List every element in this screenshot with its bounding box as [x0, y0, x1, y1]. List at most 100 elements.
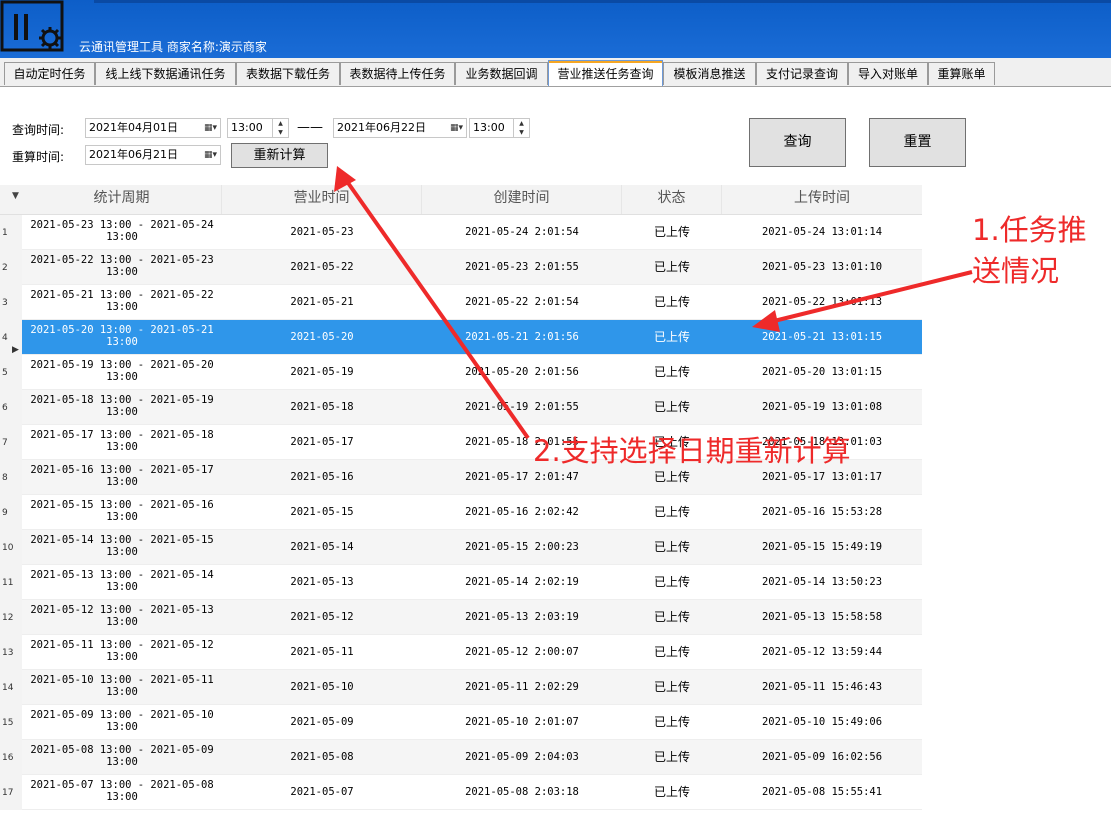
cell-period: 2021-05-08 13:00 - 2021-05-09 13:00: [22, 740, 222, 775]
row-number[interactable]: 11: [0, 565, 22, 600]
cell-status: 已上传: [653, 260, 690, 274]
spinner-arrows-icon[interactable]: ▲ ▼: [513, 119, 529, 137]
row-number[interactable]: 13: [0, 635, 22, 670]
cell-period-end-time: 13:00: [106, 301, 138, 313]
tab-template-message[interactable]: 模板消息推送: [663, 62, 756, 85]
tab-online-offline-sync[interactable]: 线上线下数据通讯任务: [95, 62, 236, 85]
tab-import-statement[interactable]: 导入对账单: [848, 62, 928, 85]
table-row[interactable]: 2 2021-05-22 13:00 - 2021-05-23 13:00 2021-…: [0, 250, 922, 285]
tab-table-pending-upload[interactable]: 表数据待上传任务: [340, 62, 455, 85]
row-number[interactable]: 1: [0, 215, 22, 250]
cell-upload-time: 2021-05-13 15:58:58: [761, 611, 883, 623]
cell-business-date: 2021-05-15: [290, 506, 354, 518]
spinner-arrows-icon[interactable]: ▲ ▼: [272, 119, 288, 137]
title-bar-rule: [94, 0, 1111, 3]
table-row[interactable]: 15 2021-05-09 13:00 - 2021-05-10 13:00 2021…: [0, 705, 922, 740]
row-number[interactable]: 15: [0, 705, 22, 740]
tab-table-download[interactable]: 表数据下载任务: [236, 62, 340, 85]
column-header-period[interactable]: 统计周期: [22, 185, 222, 214]
cell-period-end-time: 13:00: [106, 336, 138, 348]
cell-created-time: 2021-05-09 2:04:03: [465, 751, 579, 763]
calendar-dropdown-icon[interactable]: ▦▾: [195, 122, 217, 134]
cell-upload-time: 2021-05-20 13:01:15: [761, 366, 883, 378]
row-number[interactable]: 2: [0, 250, 22, 285]
table-row[interactable]: 10 2021-05-14 13:00 - 2021-05-15 13:00 2021…: [0, 530, 922, 565]
table-row[interactable]: 6 2021-05-18 13:00 - 2021-05-19 13:00 2021-…: [0, 390, 922, 425]
row-number[interactable]: 3: [0, 285, 22, 320]
table-row[interactable]: 14 2021-05-10 13:00 - 2021-05-11 13:00 2021…: [0, 670, 922, 705]
tab-business-push-query[interactable]: 营业推送任务查询: [548, 60, 663, 86]
cell-created-time: 2021-05-10 2:01:07: [465, 716, 579, 728]
tab-recalculate-bill[interactable]: 重算账单: [928, 62, 995, 85]
table-row[interactable]: 16 2021-05-08 13:00 - 2021-05-09 13:00 2021…: [0, 740, 922, 775]
row-number[interactable]: 6: [0, 390, 22, 425]
table-row[interactable]: 1 2021-05-23 13:00 - 2021-05-24 13:00 2021-…: [0, 215, 922, 250]
start-date-picker[interactable]: 2021年04月01日 ▦▾: [85, 118, 221, 138]
cell-upload-time: 2021-05-15 15:49:19: [761, 541, 883, 553]
cell-upload-time: 2021-05-10 15:49:06: [761, 716, 883, 728]
column-menu-icon[interactable]: ▼: [12, 191, 19, 201]
row-number[interactable]: 9: [0, 495, 22, 530]
end-date-picker[interactable]: 2021年06月22日 ▦▾: [333, 118, 467, 138]
cell-created-time: 2021-05-20 2:01:56: [465, 366, 579, 378]
cell-created-time: 2021-05-19 2:01:55: [465, 401, 579, 413]
table-row[interactable]: 11 2021-05-13 13:00 - 2021-05-14 13:00 2021…: [0, 565, 922, 600]
table-row[interactable]: 17 2021-05-07 13:00 - 2021-05-08 13:00 2021…: [0, 775, 922, 810]
row-number[interactable]: 14: [0, 670, 22, 705]
row-number[interactable]: 10: [0, 530, 22, 565]
cell-period-end-time: 13:00: [106, 546, 138, 558]
cell-created-time: 2021-05-12 2:00:07: [465, 646, 579, 658]
start-time-stepper[interactable]: 13:00 ▲ ▼: [227, 118, 289, 138]
column-header-status[interactable]: 状态: [622, 185, 722, 214]
row-number[interactable]: 7: [0, 425, 22, 460]
cell-status: 已上传: [653, 610, 690, 624]
cell-business-date: 2021-05-07: [290, 786, 354, 798]
title-bar: 云通讯管理工具 商家名称:演示商家: [0, 0, 1111, 58]
table-row[interactable]: 13 2021-05-11 13:00 - 2021-05-12 13:00 2021…: [0, 635, 922, 670]
column-header-created-time[interactable]: 创建时间: [422, 185, 622, 214]
row-number[interactable]: 16: [0, 740, 22, 775]
cell-period-end-time: 13:00: [106, 231, 138, 243]
calendar-dropdown-icon[interactable]: ▦▾: [195, 149, 217, 161]
cell-period: 2021-05-23 13:00 - 2021-05-24 13:00: [22, 215, 222, 250]
cell-period-end-time: 13:00: [106, 371, 138, 383]
tab-payment-records[interactable]: 支付记录查询: [756, 62, 848, 85]
calendar-dropdown-icon[interactable]: ▦▾: [441, 122, 463, 134]
recalculate-button[interactable]: 重新计算: [231, 143, 328, 168]
cell-period-end-time: 13:00: [106, 476, 138, 488]
cell-period: 2021-05-09 13:00 - 2021-05-10 13:00: [22, 705, 222, 740]
cell-business-date: 2021-05-22: [290, 261, 354, 273]
end-time-stepper[interactable]: 13:00 ▲ ▼: [469, 118, 530, 138]
table-row[interactable]: 5 2021-05-19 13:00 - 2021-05-20 13:00 2021-…: [0, 355, 922, 390]
row-number[interactable]: 12: [0, 600, 22, 635]
column-header-upload-time[interactable]: 上传时间: [722, 185, 922, 214]
table-row[interactable]: 3 2021-05-21 13:00 - 2021-05-22 13:00 2021-…: [0, 285, 922, 320]
cell-status: 已上传: [653, 715, 690, 729]
query-button[interactable]: 查询: [749, 118, 846, 167]
column-header-business-time[interactable]: 营业时间: [222, 185, 422, 214]
annotation-recalculate-date: 2.支持选择日期重新计算: [533, 434, 851, 468]
cell-period-end-time: 13:00: [106, 266, 138, 278]
table-row[interactable]: 9 2021-05-15 13:00 - 2021-05-16 13:00 2021-…: [0, 495, 922, 530]
recalc-date-value: 2021年06月21日: [89, 148, 178, 161]
table-row[interactable]: 4 ▶ 2021-05-20 13:00 - 2021-05-21 13:00 2021…: [0, 320, 922, 355]
cell-upload-time: 2021-05-12 13:59:44: [761, 646, 883, 658]
end-time-value: 13:00: [473, 121, 505, 134]
cell-created-time: 2021-05-23 2:01:55: [465, 261, 579, 273]
table-row[interactable]: 12 2021-05-12 13:00 - 2021-05-13 13:00 2021…: [0, 600, 922, 635]
row-number[interactable]: 5: [0, 355, 22, 390]
cell-business-date: 2021-05-23: [290, 226, 354, 238]
reset-button[interactable]: 重置: [869, 118, 966, 167]
cell-created-time: 2021-05-16 2:02:42: [465, 506, 579, 518]
cell-created-time: 2021-05-11 2:02:29: [465, 681, 579, 693]
cell-period-end-time: 13:00: [106, 686, 138, 698]
cell-created-time: 2021-05-21 2:01:56: [465, 331, 579, 343]
row-number[interactable]: 8: [0, 460, 22, 495]
tab-auto-scheduled[interactable]: 自动定时任务: [4, 62, 95, 85]
cell-period-end-time: 13:00: [106, 441, 138, 453]
recalc-date-picker[interactable]: 2021年06月21日 ▦▾: [85, 145, 221, 165]
row-number[interactable]: 17: [0, 775, 22, 810]
cell-status: 已上传: [653, 505, 690, 519]
row-number[interactable]: 4 ▶: [0, 320, 22, 355]
tab-business-callback[interactable]: 业务数据回调: [455, 62, 548, 85]
